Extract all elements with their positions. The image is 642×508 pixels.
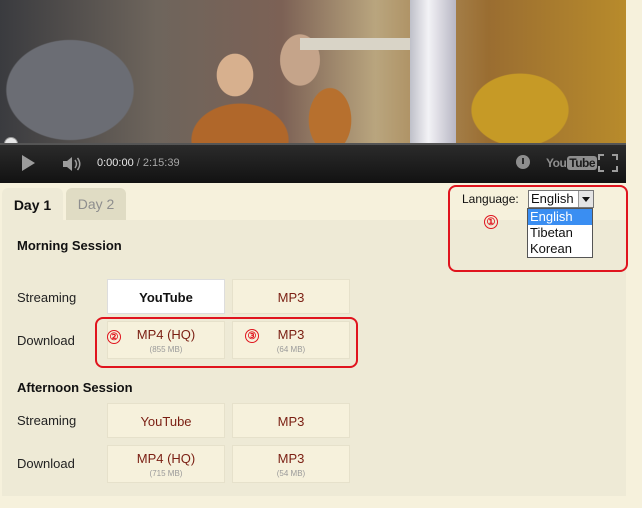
afternoon-youtube-stream-button[interactable]: YouTube (107, 403, 225, 438)
morning-download-label: Download (17, 333, 75, 348)
player-control-bar: 0:00:00 / 2:15:39 You Tube (0, 143, 626, 183)
time-separator: / (133, 157, 143, 169)
afternoon-mp3-download-button[interactable]: MP3 (54 MB) (232, 445, 350, 483)
afternoon-mp4-download-button[interactable]: MP4 (HQ) (715 MB) (107, 445, 225, 483)
afternoon-mp4-label: MP4 (HQ) (136, 451, 196, 466)
morning-session-title: Morning Session (17, 238, 122, 253)
video-frame[interactable] (0, 0, 626, 143)
afternoon-download-label: Download (17, 456, 75, 471)
annotation-number-1: ① (484, 215, 498, 229)
annotation-number-3: ③ (245, 329, 259, 343)
time-display: 0:00:00 / 2:15:39 (97, 157, 180, 169)
fullscreen-icon[interactable] (598, 154, 618, 172)
tab-day-2[interactable]: Day 2 (66, 188, 126, 220)
morning-streaming-label: Streaming (17, 290, 77, 305)
tab-day-1[interactable]: Day 1 (2, 188, 63, 222)
afternoon-mp3-label: MP3 (277, 451, 305, 466)
clock-icon[interactable] (516, 155, 530, 169)
youtube-logo-tube: Tube (567, 156, 598, 170)
volume-icon[interactable] (62, 155, 84, 173)
afternoon-mp4-size: (715 MB) (149, 469, 183, 478)
total-time: 2:15:39 (142, 157, 180, 169)
video-scene-detail (300, 38, 410, 50)
morning-mp3-stream-button[interactable]: MP3 (232, 279, 350, 314)
annotation-number-2: ② (107, 330, 121, 344)
afternoon-mp3-size: (54 MB) (276, 469, 306, 478)
youtube-logo[interactable]: You Tube (546, 156, 598, 170)
morning-youtube-stream-button[interactable]: YouTube (107, 279, 225, 314)
video-scene-detail (410, 0, 456, 143)
annotation-box-downloads (95, 317, 358, 368)
play-icon[interactable] (22, 155, 35, 171)
annotation-box-language (448, 185, 628, 272)
youtube-logo-you: You (546, 156, 567, 170)
current-time: 0:00:00 (97, 157, 134, 169)
afternoon-session-title: Afternoon Session (17, 380, 133, 395)
afternoon-streaming-label: Streaming (17, 413, 77, 428)
afternoon-mp3-stream-button[interactable]: MP3 (232, 403, 350, 438)
